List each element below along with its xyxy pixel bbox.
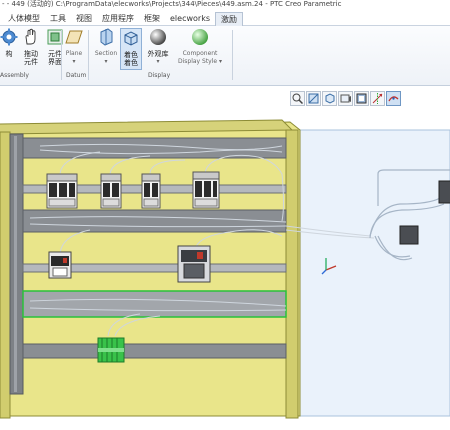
tab-activate[interactable]: 激励	[215, 11, 243, 26]
terminal-block[interactable]	[97, 337, 125, 363]
appearance-sphere-icon	[150, 29, 166, 45]
appearance-gallery-button[interactable]: 外观库 ▾	[145, 28, 171, 70]
plane-icon	[65, 30, 83, 44]
plane-dropdown: ▾	[72, 58, 76, 65]
appearance-dropdown: ▾	[156, 58, 160, 65]
gear-icon	[0, 28, 18, 46]
cabinet-left-frame	[0, 131, 11, 419]
external-module-2[interactable]	[399, 225, 419, 245]
tab-applications[interactable]: 应用程序	[97, 12, 139, 26]
circuit-breaker-2[interactable]	[100, 173, 122, 209]
shaded-cube-icon	[124, 31, 138, 46]
wire-duct-1[interactable]	[22, 137, 287, 159]
component-display-style-button[interactable]: Component Display Style ▾	[172, 28, 228, 70]
circuit-breaker-1[interactable]	[46, 173, 78, 209]
drag-label-2: 元件	[24, 58, 38, 66]
contactor-2[interactable]	[177, 245, 211, 283]
menu-tab-bar: 人体模型 工具 视图 应用程序 框架 elecworks 激励	[0, 11, 450, 26]
duct-slot	[14, 136, 17, 392]
hand-icon	[25, 28, 36, 45]
separator	[88, 30, 89, 80]
shading-label: 着色	[124, 51, 138, 59]
group-display-label: Display	[148, 72, 171, 79]
tab-view[interactable]: 视图	[71, 12, 97, 26]
tab-tools[interactable]: 工具	[45, 12, 71, 26]
external-module-1[interactable]	[438, 180, 450, 204]
appearance-label: 外观库	[147, 50, 169, 58]
group-datum-label: Datum	[66, 72, 87, 79]
cabinet-right-frame	[285, 129, 299, 419]
circuit-breaker-3[interactable]	[141, 173, 161, 209]
graphics-viewport[interactable]	[0, 86, 450, 430]
drag-label: 拖动	[24, 50, 38, 58]
section-label: Section	[94, 50, 118, 57]
separator	[232, 30, 233, 80]
assemble-button[interactable]: 构	[0, 28, 20, 70]
model-canvas	[0, 119, 450, 419]
section-icon	[100, 28, 113, 46]
section-button[interactable]: Section ▾	[92, 28, 120, 70]
assemble-label: 构	[5, 50, 13, 58]
contactor-1[interactable]	[48, 251, 72, 279]
tab-elecworks[interactable]: elecworks	[165, 12, 215, 26]
window-title: - - 449 (活动的) C:\ProgramData\elecworks\P…	[0, 0, 450, 10]
tab-framework[interactable]: 框架	[139, 12, 165, 26]
wire-duct-3-selected[interactable]	[22, 290, 287, 318]
group-assembly-label: Assembly	[0, 72, 29, 79]
plane-label: Plane	[65, 50, 83, 57]
display-style-label: Component	[182, 50, 218, 57]
shading-label-2: 着色	[124, 59, 138, 67]
display-style-sphere-icon	[192, 29, 208, 45]
wire-duct-2[interactable]	[22, 209, 287, 233]
tab-mannequin[interactable]: 人体模型	[0, 12, 45, 26]
section-dropdown: ▾	[104, 58, 108, 65]
circuit-breaker-4[interactable]	[192, 171, 220, 209]
display-style-dropdown: Display Style ▾	[177, 58, 222, 65]
din-rail-3[interactable]	[22, 343, 287, 359]
ribbon: 构 拖动 元件 元件 界面 Plane ▾ Section ▾ 着色 着色 外观…	[0, 26, 450, 86]
shading-button[interactable]: 着色 着色	[120, 28, 142, 70]
drag-components-button[interactable]: 拖动 元件	[20, 28, 42, 70]
plane-button[interactable]: Plane ▾	[62, 28, 86, 70]
